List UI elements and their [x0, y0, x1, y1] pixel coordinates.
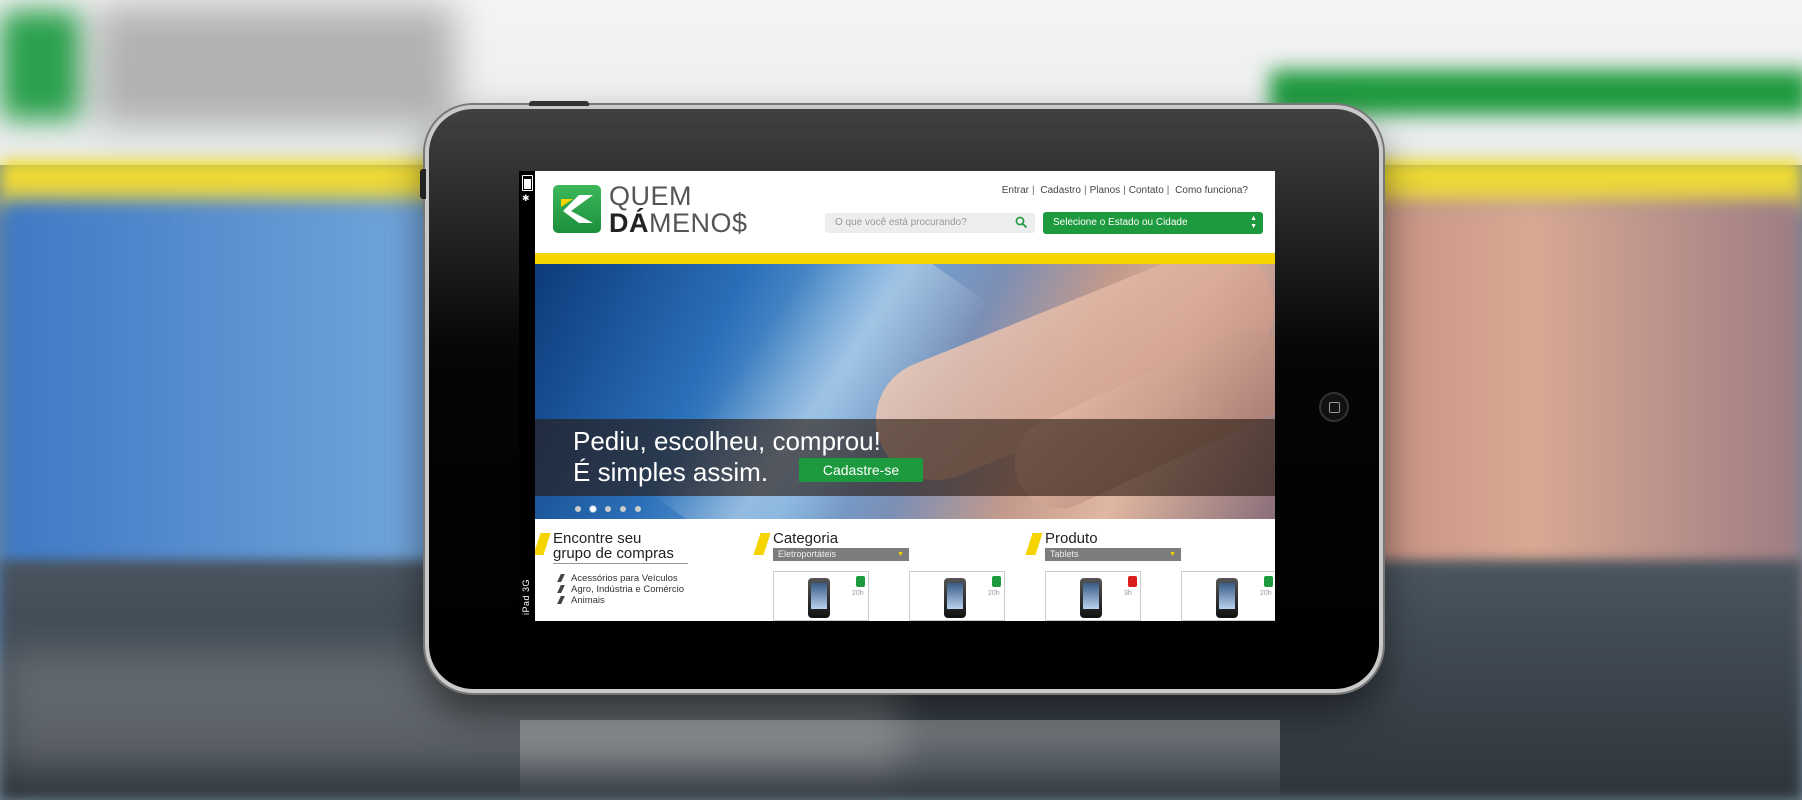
- search-input[interactable]: O que você está procurando?: [825, 213, 1035, 233]
- card-time: 20h: [852, 590, 864, 597]
- product-card[interactable]: 3h: [1045, 571, 1141, 621]
- logo-line2: MENO$: [649, 208, 748, 238]
- status-bar: ✱ iPad 3G: [519, 171, 535, 621]
- phone-image: [944, 578, 966, 618]
- product-dropdown[interactable]: Tablets ▼: [1045, 548, 1181, 561]
- ipad-screen: ✱ iPad 3G QUEM DÁMENO$ Entrar | Cadastro |…: [519, 171, 1275, 621]
- location-select-value: Selecione o Estado ou Cidade: [1053, 217, 1188, 228]
- header-divider: [535, 253, 1275, 264]
- chevron-down-icon: ▼: [897, 551, 904, 558]
- lock-open-icon: [856, 576, 865, 587]
- nav-link-contato[interactable]: Contato: [1126, 185, 1167, 196]
- top-nav: Entrar | Cadastro | Planos | Contato | Como fu…: [999, 185, 1251, 196]
- hero-line1: Pediu, escolheu, comprou!: [573, 426, 881, 456]
- product-cards: 3h 20h: [1045, 571, 1275, 621]
- section-flag-icon: [535, 533, 551, 555]
- logo-line2-bold: DÁ: [609, 208, 649, 238]
- product-card[interactable]: 20h: [773, 571, 869, 621]
- groups-title-line2: grupo de compras: [553, 545, 674, 562]
- nav-link-entrar[interactable]: Entrar: [999, 185, 1032, 196]
- lock-closed-icon: [1128, 576, 1137, 587]
- bluetooth-icon: ✱: [522, 193, 530, 203]
- section-flag-icon: [753, 533, 771, 555]
- group-item[interactable]: Acessórios para Veículos: [559, 573, 684, 584]
- site-header: QUEM DÁMENO$ Entrar | Cadastro | Planos | Con…: [535, 171, 1275, 251]
- volume-button: [420, 169, 426, 199]
- lock-open-icon: [1264, 576, 1273, 587]
- groups-list: Acessórios para Veículos Agro, Indústria…: [559, 573, 684, 606]
- battery-icon: [522, 175, 533, 191]
- home-square-icon: [1328, 401, 1340, 413]
- phone-image: [1216, 578, 1238, 618]
- product-card[interactable]: 20h: [1181, 571, 1275, 621]
- card-time: 3h: [1124, 590, 1132, 597]
- phone-image: [1080, 578, 1102, 618]
- category-dropdown-value: Eletroportáteis: [778, 549, 837, 559]
- web-page: QUEM DÁMENO$ Entrar | Cadastro | Planos | Con…: [535, 171, 1275, 621]
- select-arrows-icon: ▲ ▼: [1250, 215, 1257, 230]
- location-select[interactable]: Selecione o Estado ou Cidade ▲ ▼: [1043, 212, 1263, 234]
- carousel-dot[interactable]: [635, 506, 641, 512]
- product-card[interactable]: 20h: [909, 571, 1005, 621]
- card-time: 20h: [1260, 590, 1272, 597]
- group-item[interactable]: Animais: [559, 595, 684, 606]
- card-time: 20h: [988, 590, 1000, 597]
- logo-icon[interactable]: [553, 185, 601, 233]
- product-dropdown-value: Tablets: [1050, 549, 1079, 559]
- phone-image: [808, 578, 830, 618]
- carousel-dot[interactable]: [620, 506, 626, 512]
- ipad-device: ✱ iPad 3G QUEM DÁMENO$ Entrar | Cadastro |…: [420, 101, 1383, 693]
- home-button[interactable]: [1319, 392, 1349, 422]
- carousel-dot[interactable]: [605, 506, 611, 512]
- status-text: iPad 3G: [521, 578, 531, 615]
- chevron-down-icon: ▼: [1169, 551, 1176, 558]
- groups-title-line1: Encontre seu: [553, 530, 642, 547]
- hero-banner: Pediu, escolheu, comprou! É simples assi…: [535, 264, 1275, 519]
- power-button: [529, 101, 589, 106]
- search-icon[interactable]: [1015, 216, 1027, 228]
- category-title: Categoria: [773, 530, 839, 547]
- group-item[interactable]: Agro, Indústria e Comércio: [559, 584, 684, 595]
- signup-button[interactable]: Cadastre-se: [799, 458, 923, 482]
- nav-link-cadastro[interactable]: Cadastro: [1037, 185, 1084, 196]
- product-title: Produto: [1045, 530, 1098, 547]
- lock-open-icon: [992, 576, 1001, 587]
- logo-line1: QUEM: [609, 181, 692, 211]
- carousel-dots: [575, 506, 641, 512]
- nav-link-como-funciona[interactable]: Como funciona?: [1172, 185, 1251, 196]
- nav-link-planos[interactable]: Planos: [1087, 185, 1124, 196]
- carousel-dot[interactable]: [590, 506, 596, 512]
- category-cards: 20h 20h: [773, 571, 1005, 621]
- logo-wordmark[interactable]: QUEM DÁMENO$: [609, 183, 748, 237]
- carousel-dot[interactable]: [575, 506, 581, 512]
- groups-divider: [553, 563, 688, 564]
- section-flag-icon: [1025, 533, 1043, 555]
- category-dropdown[interactable]: Eletroportáteis ▼: [773, 548, 909, 561]
